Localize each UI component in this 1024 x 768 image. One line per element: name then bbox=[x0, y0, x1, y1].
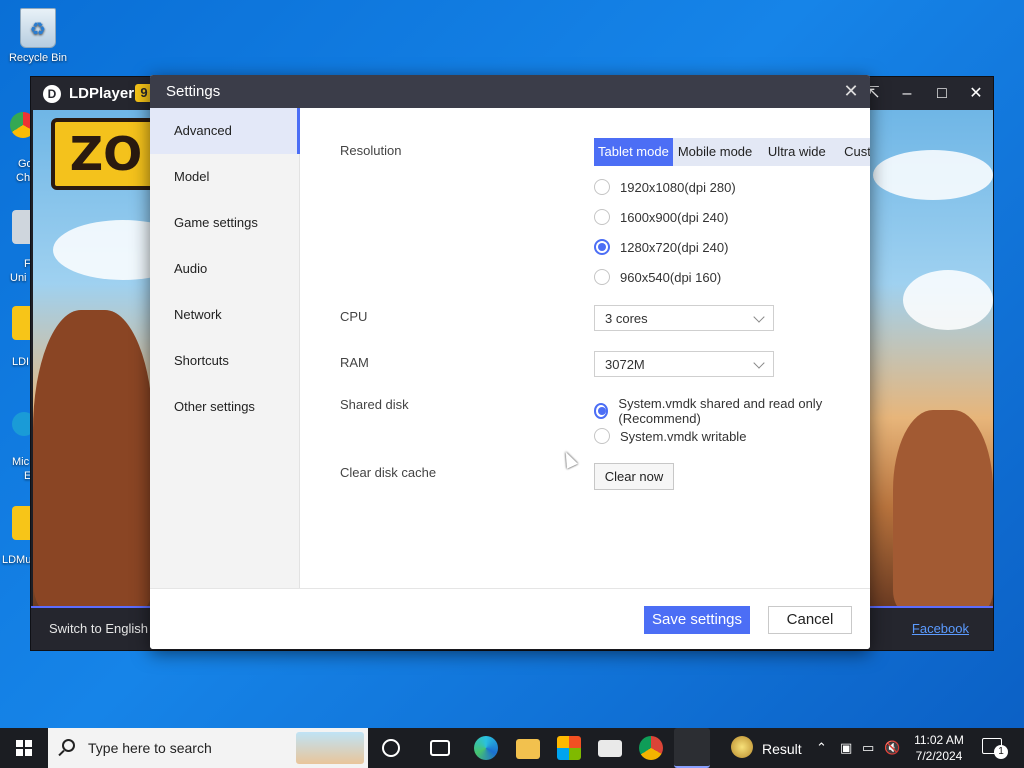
nav-item-shortcuts[interactable]: Shortcuts bbox=[150, 338, 299, 384]
clear-cache-label: Clear disk cache bbox=[340, 465, 437, 480]
desktop-label-ldplayer: LDI bbox=[12, 356, 30, 368]
start-button[interactable] bbox=[0, 728, 48, 768]
nav-item-network[interactable]: Network bbox=[150, 292, 299, 338]
nav-item-other-settings[interactable]: Other settings bbox=[150, 384, 299, 430]
settings-dialog: Settings ✕ Advanced Model Game settings … bbox=[150, 75, 870, 649]
mail-icon[interactable] bbox=[598, 740, 622, 757]
result-app-label: Result bbox=[762, 741, 802, 757]
resolution-option-1280[interactable]: 1280x720(dpi 240) bbox=[594, 239, 728, 255]
settings-title: Settings bbox=[166, 83, 221, 100]
resolution-option-1920[interactable]: 1920x1080(dpi 280) bbox=[594, 179, 736, 195]
shared-disk-label: Shared disk bbox=[340, 397, 409, 412]
desktop-label-uninstall-2: Uni bbox=[10, 272, 27, 284]
nav-item-audio[interactable]: Audio bbox=[150, 246, 299, 292]
search-highlight-image bbox=[296, 732, 364, 764]
notification-count-badge: 1 bbox=[994, 745, 1008, 759]
chevron-up-icon[interactable]: ⌃ bbox=[816, 740, 827, 756]
shared-disk-option-label: System.vmdk shared and read only (Recomm… bbox=[618, 396, 823, 426]
settings-sidebar: Advanced Model Game settings Audio Netwo… bbox=[150, 108, 300, 588]
ram-select-value: 3072M bbox=[605, 357, 645, 372]
shared-disk-option-readonly[interactable]: System.vmdk shared and read only (Recomm… bbox=[594, 396, 870, 426]
desktop-label-ldmultiplayer: LDMu bbox=[2, 554, 32, 566]
windows-logo-icon bbox=[16, 740, 32, 756]
resolution-mode-tabs: Tablet mode Mobile mode Ultra wide Custo… bbox=[594, 138, 870, 166]
clear-now-button[interactable]: Clear now bbox=[594, 463, 674, 490]
radio-button-checked bbox=[594, 239, 610, 255]
result-app-icon[interactable] bbox=[731, 736, 753, 758]
desktop-label-chrome-2: Ch bbox=[16, 172, 31, 184]
clock-time: 11:02 AM bbox=[914, 733, 964, 747]
radio-button-checked bbox=[594, 403, 609, 419]
game-logo: ZO bbox=[51, 118, 161, 190]
store-icon[interactable] bbox=[557, 736, 581, 760]
save-settings-button[interactable]: Save settings bbox=[644, 606, 750, 634]
shared-disk-option-label: System.vmdk writable bbox=[620, 428, 747, 444]
chevron-down-icon bbox=[753, 311, 765, 323]
meet-now-icon[interactable]: ▣ bbox=[840, 740, 852, 756]
tab-ultra-wide[interactable]: Ultra wide bbox=[759, 138, 835, 166]
ram-select[interactable]: 3072M bbox=[594, 351, 774, 377]
cloud-decoration bbox=[903, 270, 993, 330]
recycle-bin-shortcut[interactable]: Recycle Bin bbox=[6, 8, 70, 64]
nav-item-model[interactable]: Model bbox=[150, 154, 299, 200]
search-placeholder: Type here to search bbox=[88, 740, 212, 756]
edge-icon[interactable] bbox=[474, 736, 498, 760]
clock-date: 7/2/2024 bbox=[915, 749, 963, 763]
close-icon[interactable]: ✕ bbox=[962, 83, 990, 105]
radio-button bbox=[594, 269, 610, 285]
tab-tablet-mode[interactable]: Tablet mode bbox=[594, 138, 673, 166]
rock-decoration bbox=[893, 410, 993, 607]
resolution-label: Resolution bbox=[340, 143, 402, 158]
settings-content: Resolution Tablet mode Mobile mode Ultra… bbox=[300, 108, 870, 588]
facebook-link[interactable]: Facebook bbox=[912, 621, 969, 636]
taskbar-clock[interactable]: 11:02 AM 7/2/2024 bbox=[906, 732, 972, 764]
taskbar: Type here to search Result ⌃ ▣ ▭ 🔇 11:02… bbox=[0, 728, 1024, 768]
cortana-icon[interactable] bbox=[382, 739, 400, 757]
radio-button bbox=[594, 179, 610, 195]
nav-item-advanced[interactable]: Advanced bbox=[150, 108, 300, 154]
resolution-option-label: 1920x1080(dpi 280) bbox=[620, 179, 736, 195]
maximize-icon[interactable]: □ bbox=[928, 83, 956, 105]
file-explorer-icon[interactable] bbox=[516, 739, 540, 759]
switch-language-link[interactable]: Switch to English bbox=[49, 621, 148, 636]
cpu-label: CPU bbox=[340, 309, 368, 324]
taskbar-search-input[interactable]: Type here to search bbox=[48, 728, 368, 768]
settings-titlebar[interactable]: Settings ✕ bbox=[150, 75, 870, 108]
recycle-bin-label: Recycle Bin bbox=[8, 52, 68, 64]
volume-muted-icon[interactable]: 🔇 bbox=[884, 740, 900, 756]
cancel-button[interactable]: Cancel bbox=[768, 606, 852, 634]
recycle-bin-icon bbox=[20, 8, 56, 48]
ldplayer-taskbar-icon[interactable] bbox=[674, 728, 710, 768]
cloud-decoration bbox=[873, 150, 993, 200]
chevron-down-icon bbox=[753, 357, 765, 369]
cpu-select[interactable]: 3 cores bbox=[594, 305, 774, 331]
ldplayer-title: LDPlayer bbox=[69, 85, 135, 102]
settings-close-icon[interactable]: ✕ bbox=[840, 80, 862, 102]
radio-button bbox=[594, 209, 610, 225]
resolution-option-label: 1280x720(dpi 240) bbox=[620, 239, 729, 255]
search-icon bbox=[62, 739, 75, 752]
resolution-option-label: 960x540(dpi 160) bbox=[620, 269, 722, 285]
shared-disk-option-writable[interactable]: System.vmdk writable bbox=[594, 428, 746, 444]
resolution-option-label: 1600x900(dpi 240) bbox=[620, 209, 729, 225]
desktop-label-edge-1: Mic bbox=[12, 456, 30, 468]
nav-item-game-settings[interactable]: Game settings bbox=[150, 200, 299, 246]
rock-decoration bbox=[33, 310, 153, 607]
settings-footer: Save settings Cancel bbox=[150, 588, 870, 649]
tab-mobile-mode[interactable]: Mobile mode bbox=[673, 138, 759, 166]
task-view-icon[interactable] bbox=[430, 740, 450, 756]
resolution-option-960[interactable]: 960x540(dpi 160) bbox=[594, 269, 721, 285]
chrome-icon[interactable] bbox=[639, 736, 663, 760]
minimize-icon[interactable]: – bbox=[893, 83, 921, 105]
tab-customize[interactable]: Customize bbox=[835, 138, 870, 166]
ldplayer-logo-icon: D bbox=[43, 85, 61, 103]
cpu-select-value: 3 cores bbox=[605, 311, 648, 326]
network-icon[interactable]: ▭ bbox=[862, 740, 874, 756]
resolution-option-1600[interactable]: 1600x900(dpi 240) bbox=[594, 209, 728, 225]
ram-label: RAM bbox=[340, 355, 369, 370]
radio-button bbox=[594, 428, 610, 444]
